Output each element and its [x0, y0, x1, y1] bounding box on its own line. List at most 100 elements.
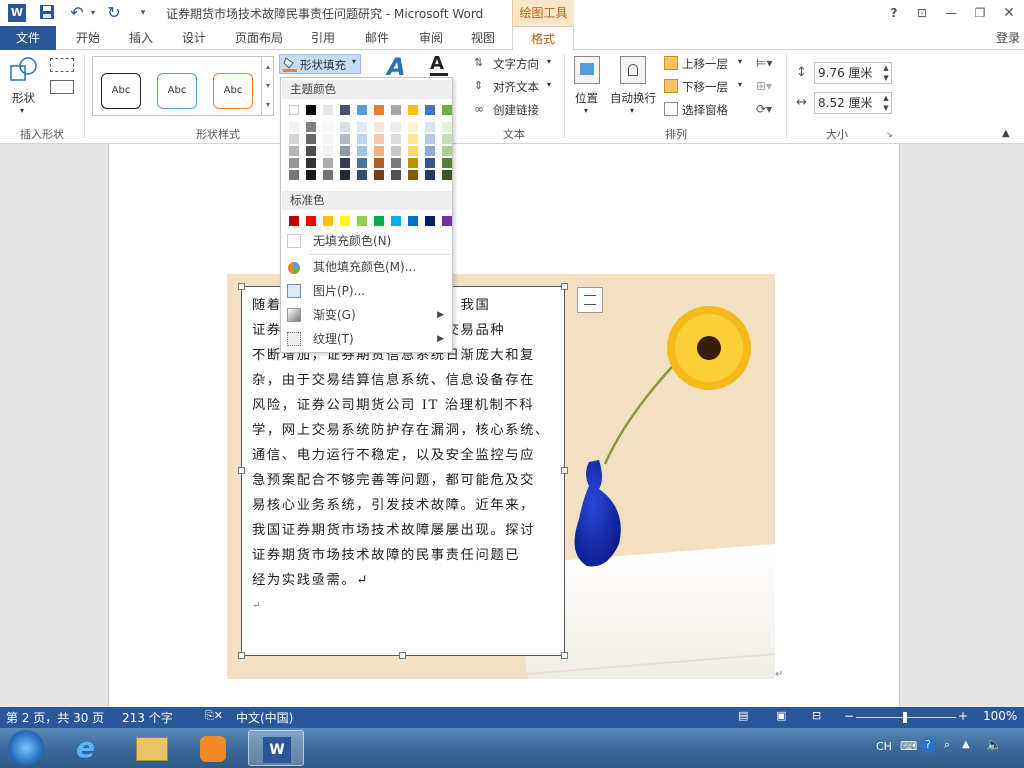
web-layout-icon[interactable]: ⊟: [812, 709, 821, 722]
media-player-icon[interactable]: [186, 730, 242, 766]
close-icon[interactable]: ✕: [999, 3, 1019, 23]
theme-color-shade-swatch[interactable]: [340, 122, 350, 132]
resize-handle[interactable]: [238, 467, 245, 474]
file-explorer-icon[interactable]: [124, 730, 180, 766]
proofing-icon[interactable]: ⎘✕: [205, 709, 223, 723]
theme-color-shade-swatch[interactable]: [323, 122, 333, 132]
create-link-button[interactable]: 创建链接: [493, 102, 539, 118]
word-app-icon[interactable]: W: [8, 4, 26, 22]
theme-color-shade-swatch[interactable]: [391, 158, 401, 168]
zoom-out-icon[interactable]: −: [844, 709, 854, 723]
theme-color-shade-swatch[interactable]: [408, 158, 418, 168]
theme-color-shade-swatch[interactable]: [323, 158, 333, 168]
edit-shape-icon[interactable]: [50, 58, 74, 72]
standard-color-swatch[interactable]: [357, 216, 367, 226]
page-count[interactable]: 第 2 页，共 30 页: [6, 709, 104, 726]
theme-color-shade-swatch[interactable]: [391, 146, 401, 156]
resize-handle[interactable]: [561, 467, 568, 474]
standard-color-swatch[interactable]: [391, 216, 401, 226]
resize-handle[interactable]: [561, 652, 568, 659]
shapes-dropdown-icon[interactable]: ▾: [20, 106, 24, 115]
zoom-slider-thumb[interactable]: [903, 712, 907, 723]
resize-handle[interactable]: [238, 283, 245, 290]
tab-insert[interactable]: 插入: [118, 26, 164, 50]
bring-forward-button[interactable]: 上移一层: [682, 56, 728, 72]
text-direction-button[interactable]: 文字方向: [493, 56, 539, 72]
theme-color-shade-swatch[interactable]: [357, 158, 367, 168]
align-text-button[interactable]: 对齐文本: [493, 79, 539, 95]
shape-style-2[interactable]: Abc: [157, 73, 197, 109]
standard-color-swatch[interactable]: [306, 216, 316, 226]
theme-color-shade-swatch[interactable]: [357, 170, 367, 180]
theme-color-shade-swatch[interactable]: [323, 134, 333, 144]
theme-color-shade-swatch[interactable]: [442, 170, 452, 180]
theme-color-swatch[interactable]: [425, 105, 435, 115]
print-layout-icon[interactable]: ▣: [776, 709, 786, 722]
theme-color-swatch[interactable]: [357, 105, 367, 115]
standard-color-swatch[interactable]: [340, 216, 350, 226]
theme-color-shade-swatch[interactable]: [425, 170, 435, 180]
shapes-icon[interactable]: [8, 54, 40, 86]
theme-color-shade-swatch[interactable]: [442, 146, 452, 156]
login-link[interactable]: 登录: [996, 26, 1020, 50]
chevron-down-icon[interactable]: ▾: [738, 80, 742, 89]
theme-color-shade-swatch[interactable]: [289, 158, 299, 168]
theme-color-shade-swatch[interactable]: [306, 134, 316, 144]
shape-style-1[interactable]: Abc: [101, 73, 141, 109]
language-indicator[interactable]: 中文(中国): [236, 709, 293, 726]
minimize-icon[interactable]: —: [941, 3, 961, 23]
theme-color-shade-swatch[interactable]: [391, 122, 401, 132]
theme-color-shade-swatch[interactable]: [357, 122, 367, 132]
collapse-ribbon-icon[interactable]: ▲: [1002, 128, 1016, 140]
zoom-level[interactable]: 100%: [983, 709, 1017, 723]
theme-color-shade-swatch[interactable]: [340, 170, 350, 180]
theme-color-shade-swatch[interactable]: [442, 158, 452, 168]
undo-dropdown-icon[interactable]: ▾: [84, 4, 102, 22]
shape-style-3[interactable]: Abc: [213, 73, 253, 109]
theme-color-shade-swatch[interactable]: [340, 158, 350, 168]
chevron-down-icon[interactable]: ▾: [630, 106, 634, 115]
theme-color-shade-swatch[interactable]: [374, 122, 384, 132]
keyboard-icon[interactable]: ⌨: [900, 739, 917, 753]
position-icon[interactable]: [574, 56, 600, 84]
zoom-in-icon[interactable]: +: [958, 709, 968, 723]
theme-color-shade-swatch[interactable]: [408, 146, 418, 156]
shapes-button-label[interactable]: 形状: [12, 90, 35, 106]
theme-color-shade-swatch[interactable]: [374, 134, 384, 144]
theme-color-shade-swatch[interactable]: [306, 158, 316, 168]
standard-color-swatch[interactable]: [374, 216, 384, 226]
theme-color-shade-swatch[interactable]: [408, 134, 418, 144]
align-icon[interactable]: ⊨▾: [756, 56, 782, 72]
redo-icon[interactable]: ↻: [105, 4, 123, 22]
ribbon-display-icon[interactable]: ⊡: [912, 3, 932, 23]
layout-options-icon[interactable]: [577, 287, 603, 313]
picture-fill-item[interactable]: 图片(P)...: [281, 280, 452, 302]
theme-color-swatch[interactable]: [323, 105, 333, 115]
help-tray-icon[interactable]: ?: [920, 737, 936, 753]
theme-color-shade-swatch[interactable]: [408, 122, 418, 132]
theme-color-shade-swatch[interactable]: [442, 134, 452, 144]
theme-color-shade-swatch[interactable]: [425, 134, 435, 144]
input-language[interactable]: CH: [876, 740, 892, 753]
theme-color-shade-swatch[interactable]: [289, 134, 299, 144]
theme-color-swatch[interactable]: [289, 105, 299, 115]
tab-file[interactable]: 文件: [0, 26, 56, 50]
selection-pane-button[interactable]: 选择窗格: [682, 102, 728, 118]
resize-handle[interactable]: [561, 283, 568, 290]
help-button[interactable]: ?: [884, 3, 904, 23]
theme-color-shade-swatch[interactable]: [289, 122, 299, 132]
theme-color-shade-swatch[interactable]: [374, 158, 384, 168]
position-button[interactable]: 位置: [575, 90, 598, 106]
theme-color-shade-swatch[interactable]: [391, 134, 401, 144]
theme-color-shade-swatch[interactable]: [442, 122, 452, 132]
theme-color-shade-swatch[interactable]: [357, 146, 367, 156]
tab-format[interactable]: 格式: [512, 26, 574, 51]
theme-color-swatch[interactable]: [408, 105, 418, 115]
tab-home[interactable]: 开始: [62, 26, 114, 50]
gallery-scroll[interactable]: ▴ ▾ ▾: [261, 57, 274, 115]
theme-color-swatch[interactable]: [374, 105, 384, 115]
tab-references[interactable]: 引用: [300, 26, 346, 50]
group-icon[interactable]: ⊞▾: [756, 79, 782, 95]
customize-toolbar-icon[interactable]: ▾: [134, 4, 152, 22]
no-fill-item[interactable]: 无填充颜色(N): [281, 230, 452, 252]
